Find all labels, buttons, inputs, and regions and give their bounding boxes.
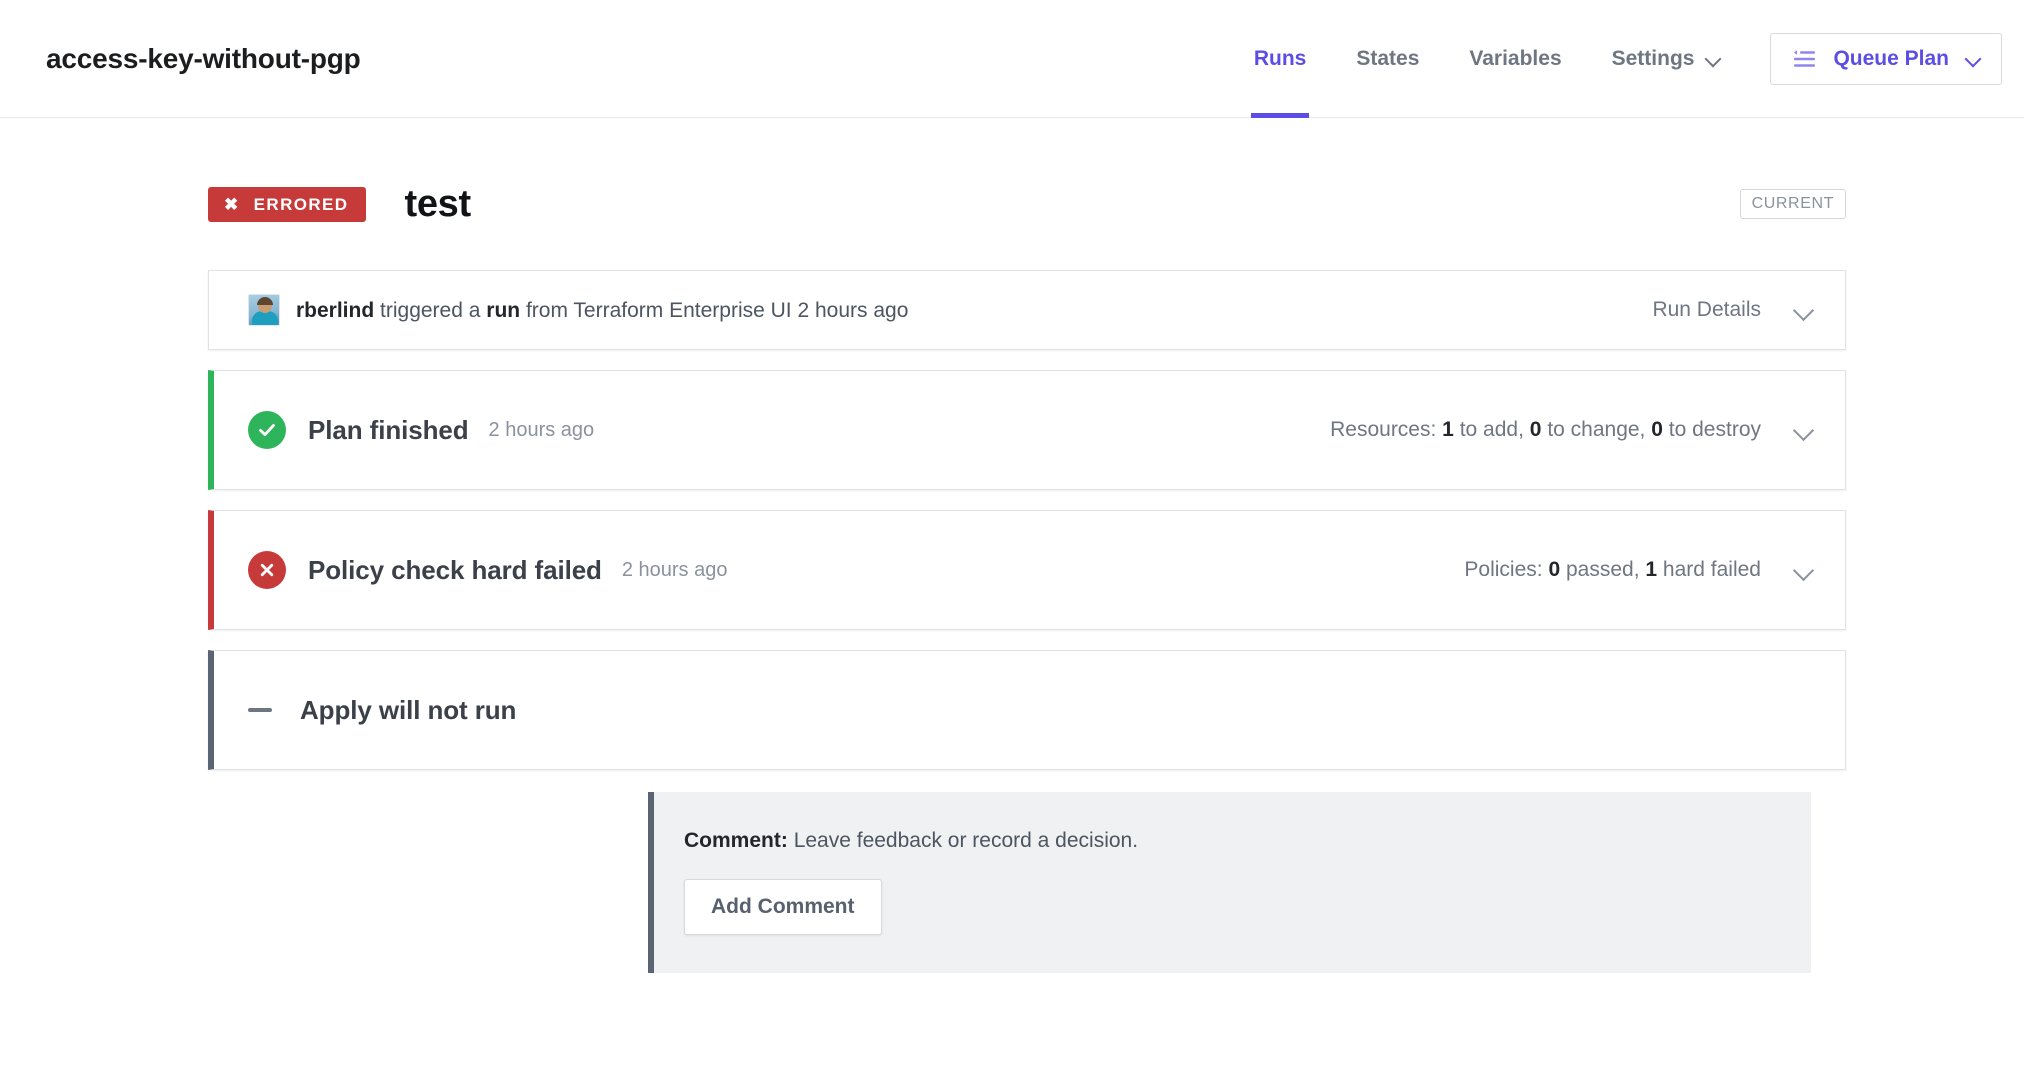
plan-add-label: to add, <box>1459 418 1524 441</box>
status-badge-label: ERRORED <box>253 194 349 214</box>
plan-title: Plan finished <box>308 414 469 445</box>
chevron-down-icon <box>1965 51 1981 67</box>
policy-failed-label: hard failed <box>1662 558 1761 581</box>
tab-settings-label: Settings <box>1611 46 1695 70</box>
policy-summary-prefix: Policies: <box>1464 558 1543 581</box>
plan-destroy-label: to destroy <box>1668 418 1761 441</box>
policy-summary-group: Policies: 0 passed, 1 hard failed <box>1464 558 1815 582</box>
chevron-down-icon[interactable] <box>1793 419 1815 441</box>
chevron-down-icon[interactable] <box>1793 559 1815 581</box>
header-right-group: Runs States Variables Settings Queue Pla… <box>1229 0 2002 118</box>
comment-label: Comment: <box>684 829 788 852</box>
plan-add-count: 1 <box>1442 418 1454 441</box>
queue-list-icon <box>1794 49 1816 67</box>
policy-timestamp: 2 hours ago <box>621 558 728 581</box>
primary-nav: Runs States Variables Settings <box>1229 0 1747 118</box>
trigger-user: rberlind <box>296 298 375 322</box>
trigger-emphasis: run <box>486 298 521 322</box>
app-header: access-key-without-pgp Runs States Varia… <box>0 0 2024 118</box>
plan-timestamp: 2 hours ago <box>488 418 595 441</box>
trigger-description: rberlind triggered a run from Terraform … <box>296 300 908 321</box>
comment-hint: Leave feedback or record a decision. <box>793 829 1139 852</box>
queue-plan-label: Queue Plan <box>1833 46 1949 70</box>
tab-states-label: States <box>1356 46 1420 70</box>
run-detail-container: ✖ ERRORED test CURRENT rberlind triggere… <box>208 178 1846 973</box>
run-details-label: Run Details <box>1652 298 1761 321</box>
trigger-text-after: from Terraform Enterprise UI 2 hours ago <box>525 298 909 322</box>
policy-passed-count: 0 <box>1548 558 1561 581</box>
comment-description: Comment: Leave feedback or record a deci… <box>684 830 1811 851</box>
current-badge: CURRENT <box>1739 189 1846 219</box>
page-title: test <box>404 182 471 225</box>
run-trigger-card[interactable]: rberlind triggered a run from Terraform … <box>208 270 1846 350</box>
apply-title: Apply will not run <box>300 694 517 725</box>
check-circle-icon <box>248 411 286 449</box>
plan-resource-summary: Resources: 1 to add, 0 to change, 0 to d… <box>1330 418 1761 442</box>
plan-summary-group: Resources: 1 to add, 0 to change, 0 to d… <box>1330 418 1815 442</box>
tab-variables-label: Variables <box>1469 46 1562 70</box>
policy-result-summary: Policies: 0 passed, 1 hard failed <box>1464 558 1761 582</box>
run-header: ✖ ERRORED test CURRENT <box>208 178 1846 230</box>
run-details-group[interactable]: Run Details <box>1652 298 1815 322</box>
policy-failed-count: 1 <box>1645 558 1658 581</box>
comment-panel: Comment: Leave feedback or record a deci… <box>648 792 1811 973</box>
workspace-title: access-key-without-pgp <box>46 42 361 74</box>
tab-variables[interactable]: Variables <box>1444 0 1586 117</box>
policy-title: Policy check hard failed <box>308 554 602 585</box>
trigger-text-before: triggered a <box>380 298 481 322</box>
policy-passed-label: passed, <box>1565 558 1640 581</box>
x-circle-icon <box>248 551 286 589</box>
add-comment-button[interactable]: Add Comment <box>684 879 882 935</box>
plan-summary-prefix: Resources: <box>1330 418 1437 441</box>
chevron-down-icon <box>1705 51 1721 67</box>
policy-check-card[interactable]: Policy check hard failed 2 hours ago Pol… <box>208 510 1846 630</box>
plan-finished-card[interactable]: Plan finished 2 hours ago Resources: 1 t… <box>208 370 1846 490</box>
plan-destroy-count: 0 <box>1651 418 1663 441</box>
tab-states[interactable]: States <box>1331 0 1444 117</box>
status-badge: ✖ ERRORED <box>208 186 367 222</box>
tab-settings[interactable]: Settings <box>1587 0 1747 117</box>
chevron-down-icon[interactable] <box>1793 299 1815 321</box>
avatar <box>248 294 280 326</box>
queue-plan-button[interactable]: Queue Plan <box>1770 32 2002 85</box>
tab-runs[interactable]: Runs <box>1229 0 1332 118</box>
apply-card[interactable]: Apply will not run <box>208 650 1846 770</box>
minus-icon <box>248 691 278 729</box>
plan-change-label: to change, <box>1547 418 1646 441</box>
x-icon: ✖ <box>224 194 240 214</box>
main-content: ✖ ERRORED test CURRENT rberlind triggere… <box>0 118 2024 973</box>
tab-runs-label: Runs <box>1253 46 1307 70</box>
plan-change-count: 0 <box>1529 418 1542 441</box>
